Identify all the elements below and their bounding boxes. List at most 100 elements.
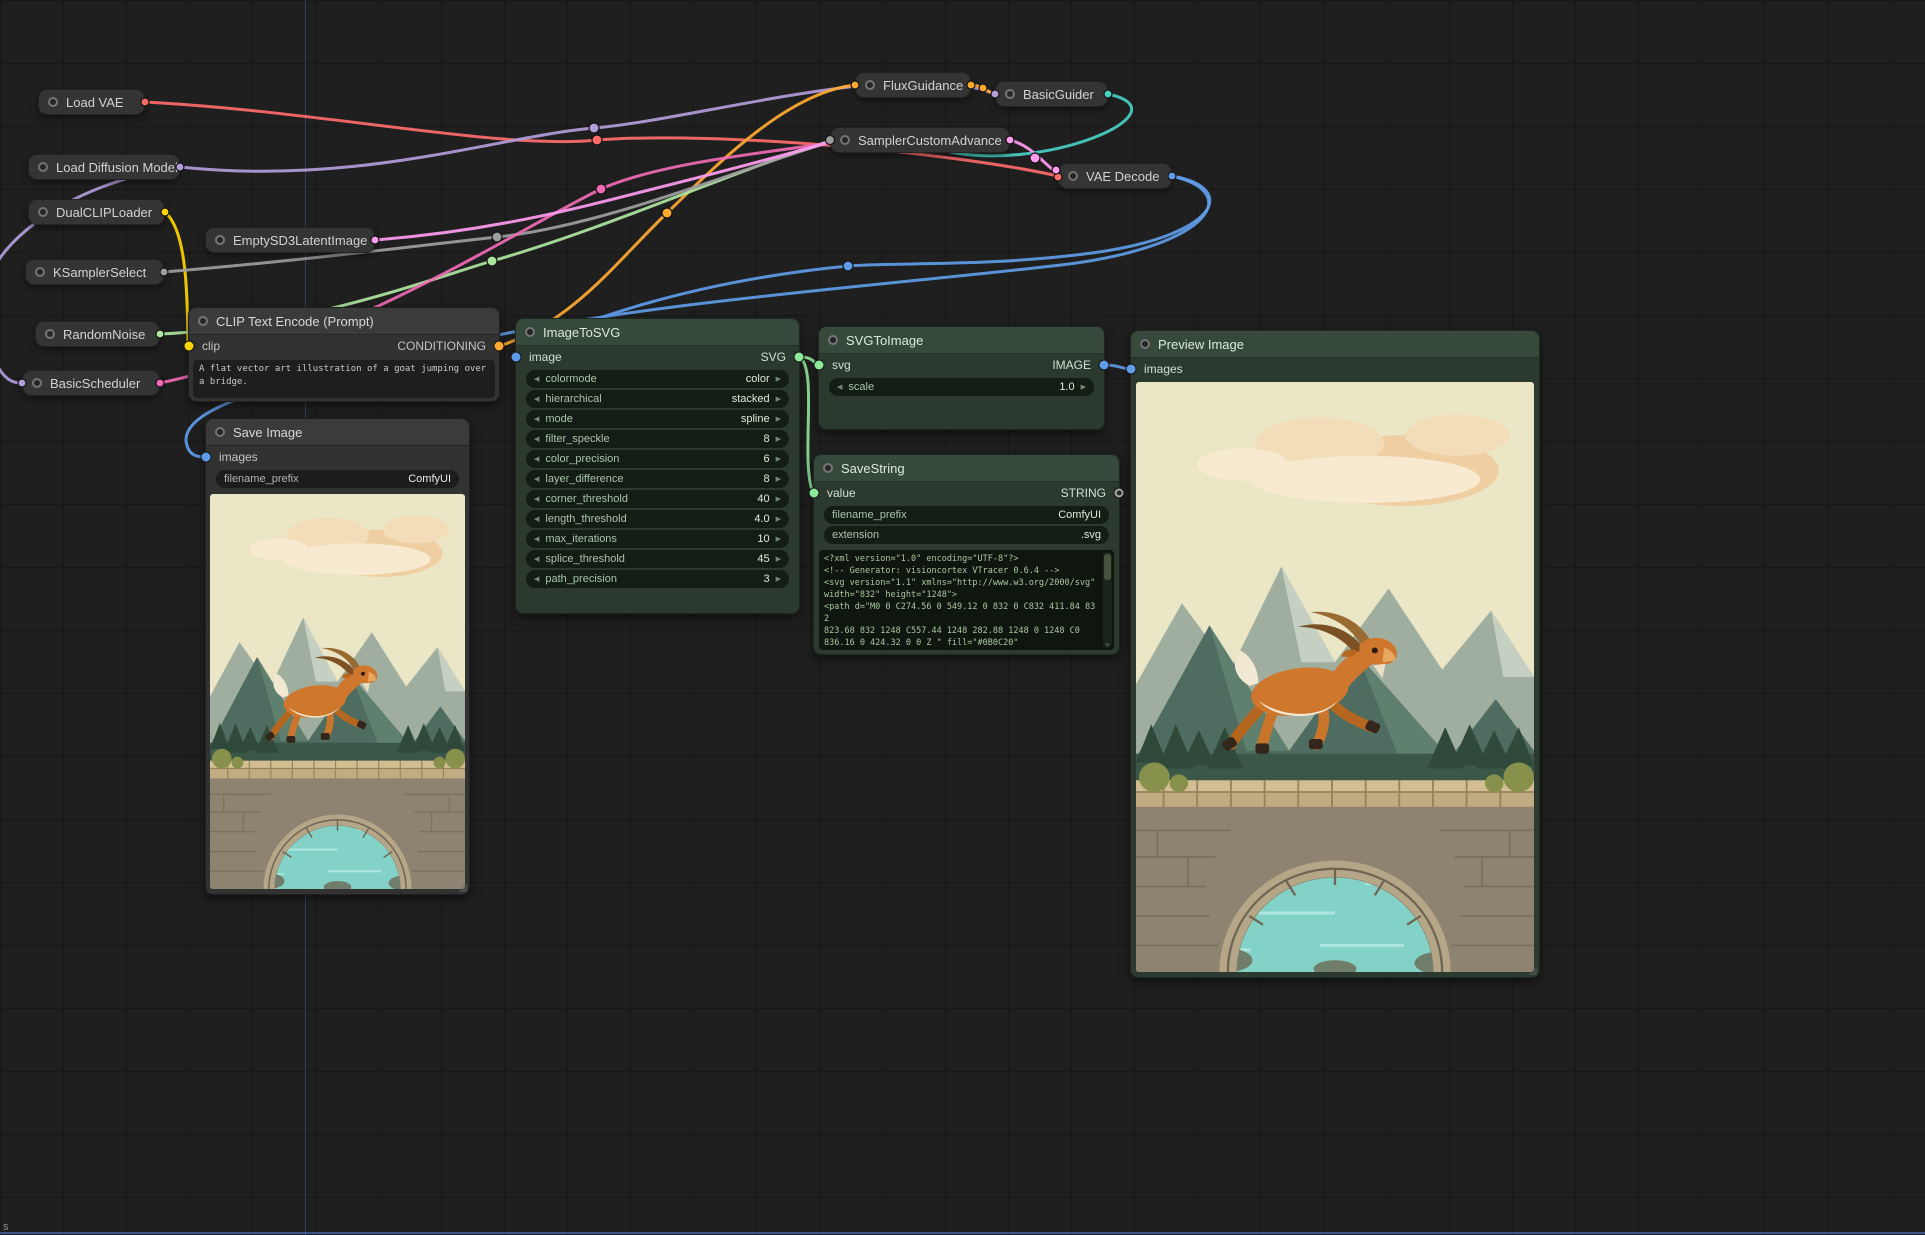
slot-dot-sigmas[interactable]	[596, 184, 606, 194]
node-ksamplerselect[interactable]: KSamplerSelect	[25, 259, 164, 285]
decrement-arrow-icon[interactable]: ◀	[837, 384, 842, 391]
collapse-icon[interactable]	[198, 316, 208, 326]
node-samplercustomadvance[interactable]: SamplerCustomAdvance	[830, 127, 1010, 153]
increment-arrow-icon[interactable]: ▶	[776, 396, 781, 403]
prompt-textarea[interactable]: A flat vector art illustration of a goat…	[193, 360, 495, 398]
node-emptysd3latentimage[interactable]: EmptySD3LatentImage	[205, 227, 375, 253]
widget-length-threshold[interactable]: ◀length_threshold4.0▶	[526, 510, 789, 528]
output-slot-image[interactable]	[1100, 361, 1109, 370]
decrement-arrow-icon[interactable]: ◀	[534, 416, 539, 423]
collapse-icon[interactable]	[840, 135, 850, 145]
widget-colormode[interactable]: ◀colormodecolor▶	[526, 370, 789, 388]
increment-arrow-icon[interactable]: ▶	[776, 476, 781, 483]
widget-mode[interactable]: ◀modespline▶	[526, 410, 789, 428]
scrollbar-thumb[interactable]	[1104, 554, 1111, 580]
decrement-arrow-icon[interactable]: ◀	[534, 436, 539, 443]
slot-dot-vae[interactable]	[592, 135, 602, 145]
node-svgtoimage[interactable]: SVGToImage svg IMAGE ◀scale1.0▶	[818, 326, 1105, 430]
widget-splice-threshold[interactable]: ◀splice_threshold45▶	[526, 550, 789, 568]
node-clip-text-encode[interactable]: CLIP Text Encode (Prompt) clip CONDITION…	[188, 307, 500, 402]
resize-handle[interactable]	[1528, 966, 1537, 975]
increment-arrow-icon[interactable]: ▶	[776, 436, 781, 443]
node-header[interactable]: Save Image	[206, 419, 469, 446]
collapse-icon[interactable]	[48, 97, 58, 107]
decrement-arrow-icon[interactable]: ◀	[534, 576, 539, 583]
node-header[interactable]: ImageToSVG	[516, 319, 799, 346]
node-header[interactable]: Preview Image	[1131, 331, 1539, 358]
widget-filter-speckle[interactable]: ◀filter_speckle8▶	[526, 430, 789, 448]
increment-arrow-icon[interactable]: ▶	[776, 576, 781, 583]
node-save-image[interactable]: Save Image images filename_prefix ComfyU…	[205, 418, 470, 895]
widget-filename-prefix[interactable]: filename_prefix ComfyUI	[824, 506, 1109, 524]
output-slot-conditioning[interactable]	[495, 342, 504, 351]
output-slot-svg[interactable]	[795, 353, 804, 362]
increment-arrow-icon[interactable]: ▶	[776, 376, 781, 383]
widget-corner-threshold[interactable]: ◀corner_threshold40▶	[526, 490, 789, 508]
node-header[interactable]: SaveString	[814, 455, 1119, 482]
increment-arrow-icon[interactable]: ▶	[776, 456, 781, 463]
collapse-icon[interactable]	[38, 207, 48, 217]
collapse-icon[interactable]	[38, 162, 48, 172]
widget-scale[interactable]: ◀scale1.0▶	[829, 378, 1094, 396]
widget-color-precision[interactable]: ◀color_precision6▶	[526, 450, 789, 468]
input-slot-svg[interactable]	[815, 361, 824, 370]
slot-dot-latent[interactable]	[1030, 153, 1040, 163]
input-slot-value[interactable]	[810, 489, 819, 498]
node-dualcliploader[interactable]: DualCLIPLoader	[28, 199, 165, 225]
scroll-down-icon[interactable]: ⌄	[1103, 638, 1112, 648]
input-slot-clip[interactable]	[185, 342, 194, 351]
collapse-icon[interactable]	[865, 80, 875, 90]
node-vae-decode[interactable]: VAE Decode	[1058, 163, 1172, 189]
collapse-icon[interactable]	[215, 427, 225, 437]
widget-max-iterations[interactable]: ◀max_iterations10▶	[526, 530, 789, 548]
collapse-icon[interactable]	[1005, 89, 1015, 99]
slot-dot-image[interactable]	[843, 261, 853, 271]
decrement-arrow-icon[interactable]: ◀	[534, 396, 539, 403]
node-load-vae[interactable]: Load VAE	[38, 89, 145, 115]
slot-dot-model[interactable]	[589, 123, 599, 133]
decrement-arrow-icon[interactable]: ◀	[534, 376, 539, 383]
collapse-icon[interactable]	[45, 329, 55, 339]
decrement-arrow-icon[interactable]: ◀	[534, 496, 539, 503]
increment-arrow-icon[interactable]: ▶	[776, 536, 781, 543]
node-imagetosvg[interactable]: ImageToSVG image SVG ◀colormodecolor▶ ◀h…	[515, 318, 800, 614]
decrement-arrow-icon[interactable]: ◀	[534, 556, 539, 563]
slot-dot-sampler[interactable]	[492, 232, 502, 242]
widget-path-precision[interactable]: ◀path_precision3▶	[526, 570, 789, 588]
decrement-arrow-icon[interactable]: ◀	[534, 516, 539, 523]
svg-code-textarea[interactable]: <?xml version="1.0" encoding="UTF-8"?> <…	[819, 550, 1114, 650]
input-slot-images[interactable]	[1127, 365, 1136, 374]
widget-filename-prefix[interactable]: filename_prefix ComfyUI	[216, 470, 459, 488]
increment-arrow-icon[interactable]: ▶	[776, 416, 781, 423]
slot-dot-conditioning[interactable]	[979, 84, 987, 92]
node-savestring[interactable]: SaveString value STRING filename_prefix …	[813, 454, 1120, 655]
collapse-icon[interactable]	[1140, 339, 1150, 349]
node-basicscheduler[interactable]: BasicScheduler	[22, 370, 160, 396]
slot-dot-noise[interactable]	[487, 256, 497, 266]
input-slot-image[interactable]	[512, 353, 521, 362]
decrement-arrow-icon[interactable]: ◀	[534, 456, 539, 463]
node-header[interactable]: SVGToImage	[819, 327, 1104, 354]
decrement-arrow-icon[interactable]: ◀	[534, 536, 539, 543]
node-fluxguidance[interactable]: FluxGuidance	[855, 72, 971, 98]
collapse-icon[interactable]	[1068, 171, 1078, 181]
collapse-icon[interactable]	[35, 267, 45, 277]
widget-hierarchical[interactable]: ◀hierarchicalstacked▶	[526, 390, 789, 408]
node-load-diffusion-model[interactable]: Load Diffusion Model	[28, 154, 180, 180]
node-header[interactable]: CLIP Text Encode (Prompt)	[189, 308, 499, 335]
node-preview-image[interactable]: Preview Image images	[1130, 330, 1540, 978]
collapse-icon[interactable]	[215, 235, 225, 245]
slot-dot-conditioning[interactable]	[662, 208, 672, 218]
increment-arrow-icon[interactable]: ▶	[1081, 384, 1086, 391]
scrollbar[interactable]: ⌄	[1103, 552, 1112, 648]
collapse-icon[interactable]	[828, 335, 838, 345]
increment-arrow-icon[interactable]: ▶	[776, 496, 781, 503]
collapse-icon[interactable]	[823, 463, 833, 473]
node-basicguider[interactable]: BasicGuider	[995, 81, 1108, 107]
node-graph-canvas[interactable]: { "canvas": { "stray_text": "s" }, "icon…	[0, 0, 1925, 1235]
increment-arrow-icon[interactable]: ▶	[776, 556, 781, 563]
increment-arrow-icon[interactable]: ▶	[776, 516, 781, 523]
decrement-arrow-icon[interactable]: ◀	[534, 476, 539, 483]
node-randomnoise[interactable]: RandomNoise	[35, 321, 160, 347]
resize-handle[interactable]	[458, 883, 467, 892]
